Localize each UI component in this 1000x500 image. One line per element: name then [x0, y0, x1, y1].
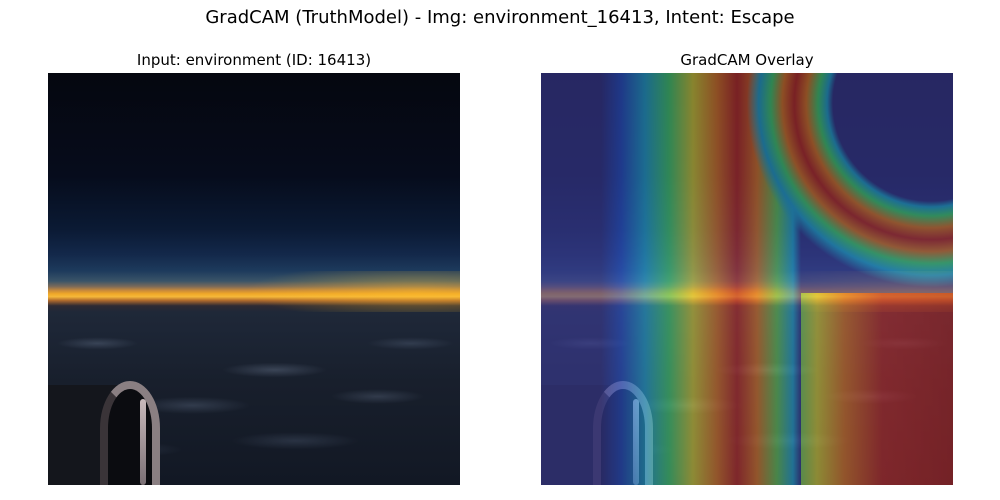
- gradcam-heatmap: [541, 73, 953, 485]
- input-panel-title: Input: environment (ID: 16413): [136, 51, 372, 69]
- aircraft-engine-nacelle: [48, 381, 166, 485]
- input-image: [48, 73, 460, 485]
- figure: GradCAM (TruthModel) - Img: environment_…: [0, 0, 1000, 500]
- overlay-panel-title: GradCAM Overlay: [680, 51, 814, 69]
- gradcam-overlay-image: [541, 73, 953, 485]
- figure-title: GradCAM (TruthModel) - Img: environment_…: [205, 7, 795, 28]
